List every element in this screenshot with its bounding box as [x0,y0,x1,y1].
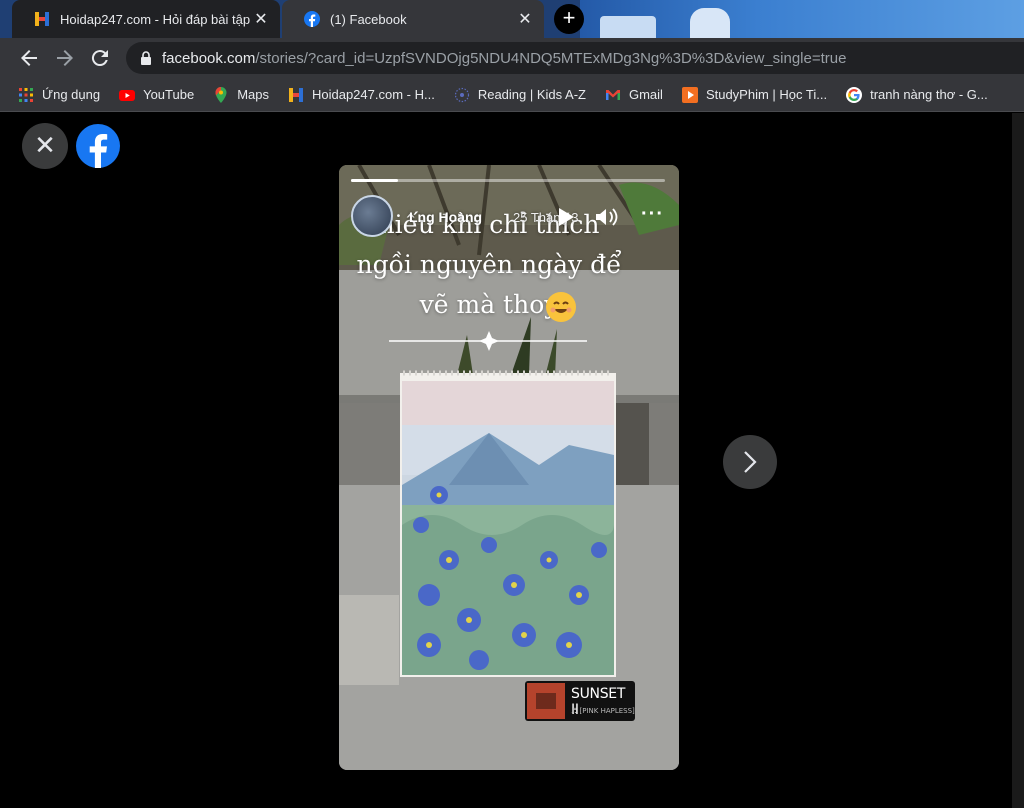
story-card[interactable]: hiếu khi chỉ thích ngồi nguyên ngày để v… [339,165,679,770]
more-options-icon[interactable]: ··· [641,203,664,226]
tab-title: (1) Facebook [330,11,407,27]
smiling-emoji-icon [546,292,576,322]
hoidap247-icon [288,87,303,102]
music-sticker[interactable]: SUNSET II ♬ [PINK HAPLESS] [525,681,635,721]
tab-strip: Hoidap247.com - Hỏi đáp bài tập ✕ (1) Fa… [0,0,1024,38]
reading-icon [454,87,469,102]
apps-grid-icon [19,87,33,102]
studyphim-icon [681,86,698,103]
reload-icon[interactable] [88,46,112,70]
bookmark-label: tranh nàng thơ - G... [870,87,988,102]
youtube-icon [119,89,136,101]
scrollbar[interactable] [1012,113,1024,808]
browser-toolbar: facebook.com/stories/?card_id=UzpfSVNDOj… [0,38,1024,78]
close-story-button[interactable]: ✕ [22,123,68,169]
url-host: facebook.com [162,49,256,67]
tab-facebook[interactable]: (1) Facebook ✕ [282,0,544,38]
next-story-button[interactable] [723,435,777,489]
tab-hoidap247[interactable]: Hoidap247.com - Hỏi đáp bài tập ✕ [12,0,280,38]
bookmark-label: Gmail [628,87,663,102]
wallpaper-shape [690,8,730,38]
bookmark-reading[interactable]: Reading | Kids A-Z [454,87,586,103]
bookmark-maps[interactable]: Maps [213,86,269,103]
bookmark-label: YouTube [143,87,195,102]
song-artist: ♬ [PINK HAPLESS] [571,707,635,715]
bookmark-youtube[interactable]: YouTube [119,87,194,103]
gmail-icon [605,89,620,100]
story-author[interactable]: Lng Hoàng [409,209,482,225]
story-progress-fill [351,179,399,182]
close-tab-icon[interactable]: ✕ [252,9,270,29]
bookmark-hoidap247[interactable]: Hoidap247.com - H... [288,87,435,103]
bookmark-label: Maps [237,87,269,102]
maps-pin-icon [215,86,227,103]
bookmark-gmail[interactable]: Gmail [605,87,663,103]
forward-arrow-icon[interactable] [53,46,77,70]
caption-line: ngồi nguyên ngày để [356,250,622,279]
story-viewer: ✕ hiếu khi chỉ thích ngồi nguyên ngày để… [0,113,1024,808]
bookmark-label: Reading | Kids A-Z [477,87,586,102]
new-tab-button[interactable]: + [554,4,584,34]
caption-line: vẽ mà thoy [419,290,559,319]
facebook-icon [304,11,320,27]
google-icon [846,86,863,103]
story-progress-bar [351,179,665,182]
address-bar[interactable]: facebook.com/stories/?card_id=UzpfSVNDOj… [126,42,1024,74]
bookmarks-bar: Ứng dụng YouTube Maps Hoidap247.com - H.… [0,78,1024,112]
wallpaper-shape [600,16,656,38]
browser-window: Hoidap247.com - Hỏi đáp bài tập ✕ (1) Fa… [0,0,1024,808]
author-avatar[interactable] [351,195,393,237]
bookmark-label: StudyPhim | Học Ti... [705,87,828,102]
url-path: /stories/?card_id=UzpfSVNDOjg5NDU4NDQ5MT… [255,49,847,67]
bookmark-label: Ứng dụng [42,87,101,102]
lock-icon [141,51,151,65]
bookmark-apps[interactable]: Ứng dụng [18,87,100,103]
bookmark-studyphim[interactable]: StudyPhim | Học Ti... [681,86,828,103]
play-icon[interactable] [557,207,575,227]
back-arrow-icon[interactable] [17,46,41,70]
album-cover [527,683,565,719]
close-tab-icon[interactable]: ✕ [516,9,534,29]
chevron-right-icon [744,451,757,473]
facebook-logo-icon[interactable] [74,122,122,170]
hoidap247-icon [35,12,49,26]
tab-title: Hoidap247.com - Hỏi đáp bài tập [60,11,251,27]
volume-icon[interactable] [595,207,619,227]
bookmark-google-search[interactable]: tranh nàng thơ - G... [846,86,988,103]
bookmark-label: Hoidap247.com - H... [311,87,435,102]
desktop-wallpaper [580,0,1024,38]
